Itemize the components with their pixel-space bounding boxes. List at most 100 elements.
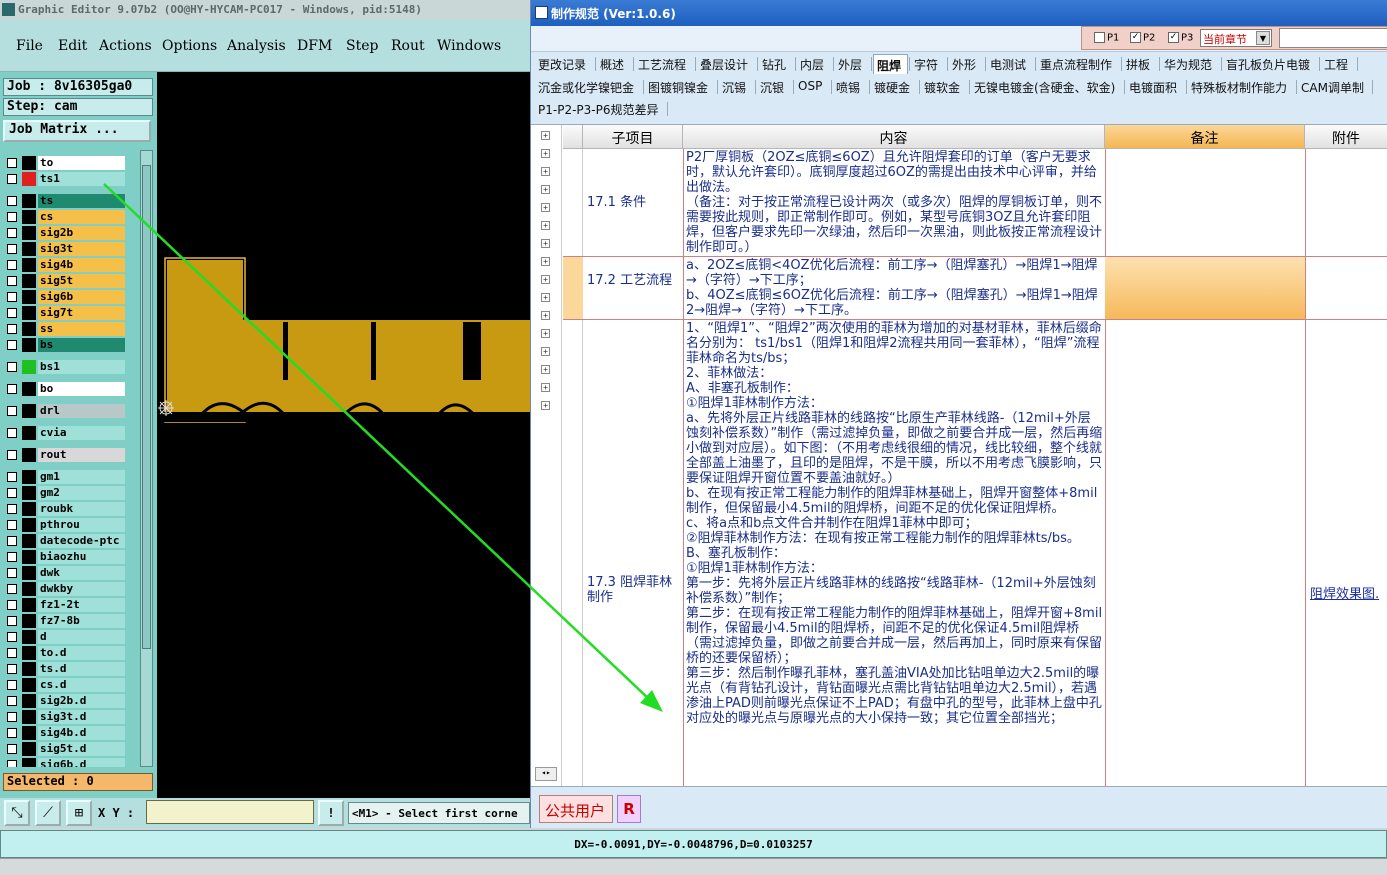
job-matrix-button[interactable]: Job Matrix ... xyxy=(3,120,151,142)
layer-row-34[interactable]: sig5t.d xyxy=(5,742,125,756)
layer-name[interactable]: sig4b.d xyxy=(38,726,125,740)
graphic-canvas[interactable] xyxy=(157,72,530,798)
layer-name[interactable]: roubk xyxy=(38,502,125,516)
layer-name[interactable]: cvia xyxy=(38,426,125,440)
layer-name[interactable]: sig4b xyxy=(38,258,125,272)
layer-row-10[interactable]: ss xyxy=(5,322,125,336)
attachment-link[interactable]: 阻焊效果图. xyxy=(1310,583,1379,602)
layer-checkbox[interactable] xyxy=(7,292,17,302)
layer-name[interactable]: sig3t xyxy=(38,242,125,256)
layer-checkbox[interactable] xyxy=(7,616,17,626)
expand-icon[interactable]: + xyxy=(541,185,550,194)
tab-tabs1-10[interactable]: 电测试 xyxy=(987,54,1034,74)
layer-name[interactable]: sig3t.d xyxy=(38,710,125,724)
layer-name[interactable]: bo xyxy=(38,382,125,396)
measure-button[interactable]: ⟋ xyxy=(35,800,61,826)
public-user-button[interactable]: 公共用户 xyxy=(539,795,613,823)
layer-checkbox[interactable] xyxy=(7,450,17,460)
header-note[interactable]: 备注 xyxy=(1105,125,1305,149)
layer-name[interactable]: sig6b.d xyxy=(38,758,125,767)
layer-row-31[interactable]: sig2b.d xyxy=(5,694,125,708)
expand-icon[interactable]: + xyxy=(541,131,550,140)
layer-checkbox[interactable] xyxy=(7,174,17,184)
layer-row-20[interactable]: pthrou xyxy=(5,518,125,532)
tab-tabs2-8[interactable]: 无镍电镀金(含硬金、软金) xyxy=(971,77,1123,97)
expand-icon[interactable]: + xyxy=(541,311,550,320)
row2-content[interactable]: a、2OZ≤底铜<4OZ优化后流程：前工序→（阻焊塞孔）→阻焊1→阻焊→（字符）… xyxy=(686,258,1103,318)
layer-checkbox[interactable] xyxy=(7,308,17,318)
layer-row-9[interactable]: sig7t xyxy=(5,306,125,320)
layer-name[interactable]: drl xyxy=(38,404,125,418)
layer-checkbox[interactable] xyxy=(7,728,17,738)
layer-row-32[interactable]: sig3t.d xyxy=(5,710,125,724)
layer-checkbox[interactable] xyxy=(7,600,17,610)
layer-row-11[interactable]: bs xyxy=(5,338,125,352)
expand-icon[interactable]: + xyxy=(541,401,550,410)
zoom-window-button[interactable]: ⤡ xyxy=(4,800,30,826)
menu-dfm[interactable]: DFM xyxy=(297,38,332,54)
p3-checkbox[interactable]: ✓ P3 xyxy=(1168,32,1193,44)
layer-checkbox[interactable] xyxy=(7,680,17,690)
layer-checkbox[interactable] xyxy=(7,760,17,767)
expand-icon[interactable]: + xyxy=(541,329,550,338)
expand-icon[interactable]: + xyxy=(541,383,550,392)
layer-row-30[interactable]: cs.d xyxy=(5,678,125,692)
layer-row-4[interactable]: sig2b xyxy=(5,226,125,240)
p1-checkbox[interactable]: P1 xyxy=(1094,32,1119,44)
layer-checkbox[interactable] xyxy=(7,648,17,658)
tab-tabs2-9[interactable]: 电镀面积 xyxy=(1126,77,1185,97)
tab-tabs1-13[interactable]: 华为规范 xyxy=(1161,54,1220,74)
layer-name[interactable]: d xyxy=(38,630,125,644)
layer-row-12[interactable]: bs1 xyxy=(5,360,125,374)
layer-name[interactable]: gm1 xyxy=(38,470,125,484)
menu-actions[interactable]: Actions xyxy=(99,38,152,54)
layer-row-8[interactable]: sig6b xyxy=(5,290,125,304)
layer-name[interactable]: fz7-8b xyxy=(38,614,125,628)
tab-tabs2-10[interactable]: 特殊板材制作能力 xyxy=(1188,77,1295,97)
layer-row-3[interactable]: cs xyxy=(5,210,125,224)
layer-row-7[interactable]: sig5t xyxy=(5,274,125,288)
layer-row-26[interactable]: fz7-8b xyxy=(5,614,125,628)
tab-tabs1-2[interactable]: 工艺流程 xyxy=(635,54,694,74)
layer-name[interactable]: sig5t xyxy=(38,274,125,288)
p2-checkbox[interactable]: ✓ P2 xyxy=(1130,32,1155,44)
layer-row-33[interactable]: sig4b.d xyxy=(5,726,125,740)
layer-row-2[interactable]: ts xyxy=(5,194,125,208)
layer-row-18[interactable]: gm2 xyxy=(5,486,125,500)
layer-checkbox[interactable] xyxy=(7,228,17,238)
expand-icon[interactable]: + xyxy=(541,365,550,374)
layer-row-0[interactable]: to xyxy=(5,156,125,170)
expand-icon[interactable]: + xyxy=(541,221,550,230)
layer-checkbox[interactable] xyxy=(7,406,17,416)
layer-checkbox[interactable] xyxy=(7,552,17,562)
layer-checkbox[interactable] xyxy=(7,568,17,578)
layer-checkbox[interactable] xyxy=(7,276,17,286)
menu-windows[interactable]: Windows xyxy=(437,38,501,54)
expand-icon[interactable]: + xyxy=(541,149,550,158)
tab-tabs2-0[interactable]: 沉金或化学镍钯金 xyxy=(535,77,642,97)
layer-scrollbar[interactable] xyxy=(140,150,153,767)
tab-tabs2-5[interactable]: 喷锡 xyxy=(833,77,868,97)
layer-checkbox[interactable] xyxy=(7,472,17,482)
tab-tabs2-1[interactable]: 图镀铜镍金 xyxy=(645,77,716,97)
layer-row-14[interactable]: drl xyxy=(5,404,125,418)
menu-analysis[interactable]: Analysis xyxy=(227,38,286,54)
menu-edit[interactable]: Edit xyxy=(58,38,87,54)
layer-row-6[interactable]: sig4b xyxy=(5,258,125,272)
layer-row-17[interactable]: gm1 xyxy=(5,470,125,484)
corner-header[interactable] xyxy=(563,125,583,149)
chapter-select[interactable]: 当前章节 ▼ xyxy=(1200,29,1272,47)
layer-checkbox[interactable] xyxy=(7,244,17,254)
tab-tabs3-0[interactable]: P1-P2-P3-P6规范差异 xyxy=(535,99,666,119)
layer-row-25[interactable]: fz1-2t xyxy=(5,598,125,612)
layer-scroll-thumb[interactable] xyxy=(142,165,151,649)
row3-content[interactable]: 1、“阻焊1”、“阻焊2”两次使用的菲林为增加的对基材菲林，菲林后缀命名分别为：… xyxy=(686,321,1103,785)
layer-row-23[interactable]: dwk xyxy=(5,566,125,580)
layer-name[interactable]: bs xyxy=(38,338,125,352)
layer-checkbox[interactable] xyxy=(7,340,17,350)
header-sub[interactable]: 子项目 xyxy=(583,125,683,149)
alert-button[interactable]: ! xyxy=(318,800,344,826)
grid-button[interactable]: ⊞ xyxy=(66,800,92,826)
layer-name[interactable]: bs1 xyxy=(38,360,125,374)
menu-rout[interactable]: Rout xyxy=(391,38,425,54)
